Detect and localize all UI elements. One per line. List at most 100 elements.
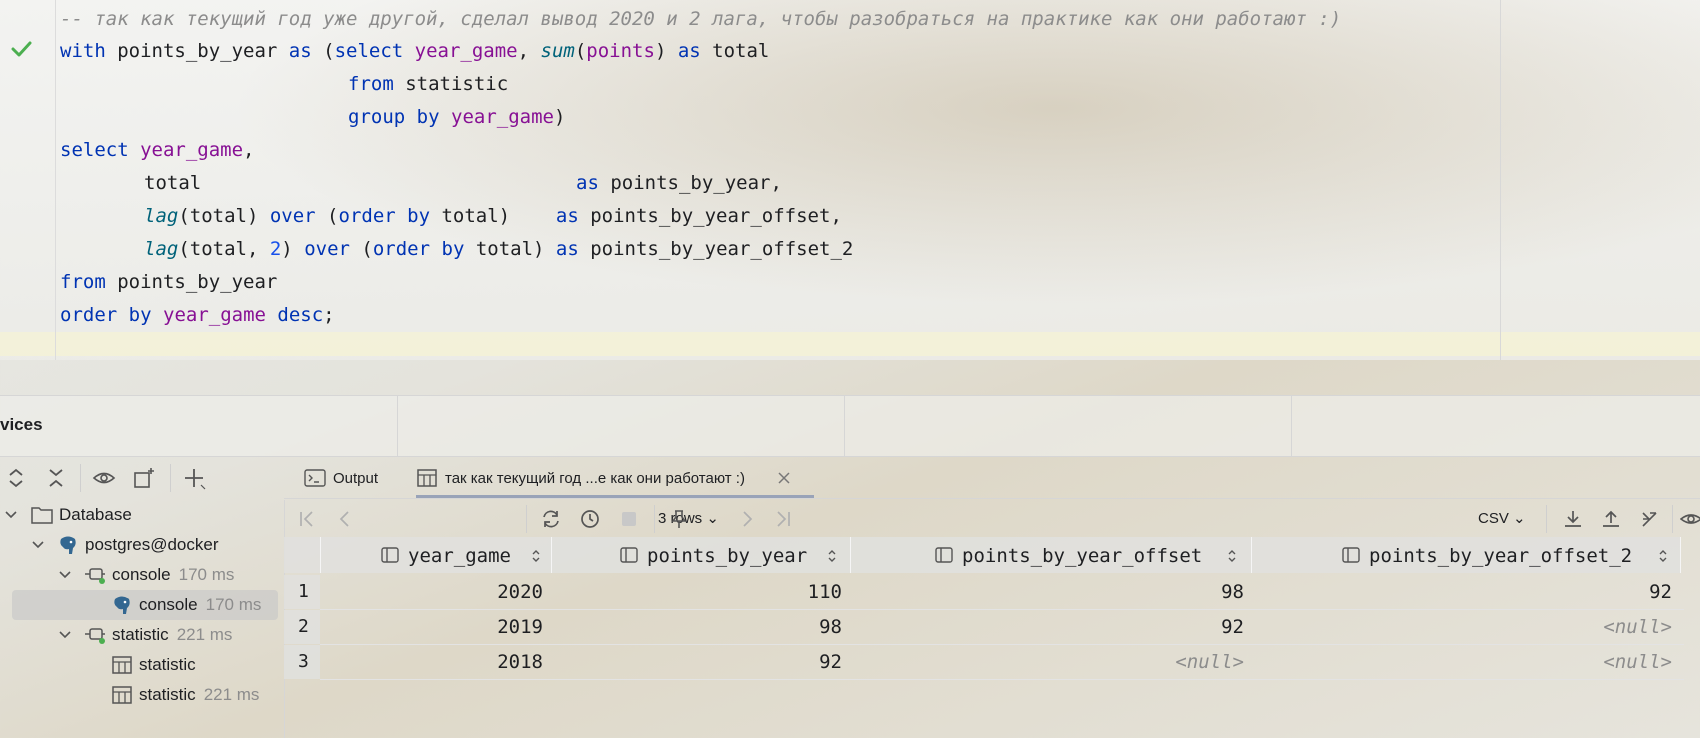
tree-item-label: Database [59, 505, 132, 524]
pin-icon[interactable] [668, 508, 690, 530]
export-format-label: CSV [1478, 510, 1509, 527]
toolbar-separator [80, 464, 81, 492]
chevron-down-icon: ⌄ [1513, 510, 1526, 527]
code-line-with: with points_by_year as (select year_game… [60, 40, 770, 62]
collapse-all-icon[interactable] [44, 466, 68, 490]
row-divider [320, 679, 1684, 680]
cell-null[interactable]: <null> [1252, 645, 1672, 679]
refresh-icon[interactable] [540, 508, 562, 530]
cell-points-by-year[interactable]: 92 [552, 645, 842, 679]
table-grid-icon [112, 686, 132, 704]
cell-year-game[interactable]: 2018 [321, 645, 543, 679]
tab-label: так как текущий год ...е как они работаю… [445, 470, 745, 487]
history-clock-icon[interactable] [579, 508, 601, 530]
cell-points-by-year-offset-2[interactable]: 92 [1252, 575, 1672, 609]
eye-icon[interactable] [92, 466, 116, 490]
close-icon[interactable] [778, 472, 790, 484]
add-icon[interactable] [182, 466, 206, 490]
result-toolbar: 3 rows ⌄ CSV ⌄ [284, 499, 1700, 539]
cell-null[interactable]: <null> [1252, 610, 1672, 644]
chevron-down-icon: ⌄ [706, 510, 719, 527]
tree-item-console-selected[interactable]: console 170 ms [12, 590, 278, 620]
table-grid-icon [417, 469, 437, 487]
code-comment-line: -- так как текущий год уже другой, сдела… [60, 8, 1342, 30]
header-divider [1291, 396, 1292, 456]
code-line-total: total [144, 172, 202, 194]
tree-item-timing: 221 ms [176, 625, 233, 644]
stop-icon[interactable] [618, 508, 640, 530]
row-number[interactable]: 2 [284, 610, 320, 644]
tree-item-timing: 170 ms [178, 565, 235, 584]
column-header-points-by-year-offset-2[interactable]: points_by_year_offset_2 [1252, 537, 1681, 573]
tree-item-label: console [112, 565, 171, 584]
chevron-down-icon[interactable] [4, 500, 18, 530]
column-header-label: points_by_year [647, 545, 808, 567]
column-icon [381, 547, 399, 563]
services-tree: Database postgres@docker console 170 ms c… [0, 500, 285, 738]
code-line-select: select year_game, [60, 139, 255, 161]
column-header-points-by-year[interactable]: points_by_year [552, 537, 851, 573]
code-line-from-statistic: from statistic [348, 73, 509, 95]
cell-null[interactable]: <null> [851, 645, 1244, 679]
toolbar-separator [170, 464, 171, 492]
column-header-label: points_by_year_offset [962, 545, 1203, 567]
terminal-icon [304, 469, 326, 487]
tree-item-statistic-result[interactable]: statistic 221 ms [0, 680, 284, 710]
toolbar-separator [654, 505, 655, 533]
column-icon [620, 547, 638, 563]
last-page-icon[interactable] [772, 508, 794, 530]
column-header-year-game[interactable]: year_game [321, 537, 552, 573]
upload-icon[interactable] [1600, 508, 1622, 530]
tab-output[interactable]: Output [304, 456, 404, 498]
cell-year-game[interactable]: 2019 [321, 610, 543, 644]
row-number[interactable]: 3 [284, 645, 320, 679]
sort-icon[interactable] [531, 549, 541, 563]
previous-page-icon[interactable] [334, 508, 356, 530]
sort-icon[interactable] [1658, 549, 1668, 563]
toolbar-separator [1546, 505, 1547, 533]
row-number[interactable]: 1 [284, 575, 320, 609]
tree-item-statistic-table[interactable]: statistic [0, 650, 284, 680]
sort-icon[interactable] [1227, 549, 1237, 563]
right-margin-guide [1500, 0, 1501, 360]
header-divider [844, 396, 845, 456]
cell-points-by-year[interactable]: 110 [552, 575, 842, 609]
next-page-icon[interactable] [736, 508, 758, 530]
sort-icon[interactable] [827, 549, 837, 563]
table-grid-icon [112, 656, 132, 674]
compare-arrows-icon[interactable] [1638, 508, 1660, 530]
session-plug-icon [85, 628, 105, 644]
result-tabs: Output так как текущий год ...е как они … [284, 456, 1700, 499]
code-line-lag-2: lag(total, 2) over (order by total) as p… [144, 238, 854, 260]
tree-item-label: statistic [112, 625, 169, 644]
cell-points-by-year[interactable]: 98 [552, 610, 842, 644]
session-plug-icon [85, 568, 105, 584]
tree-item-database[interactable]: Database [0, 500, 284, 530]
sql-editor[interactable]: -- так как текущий год уже другой, сдела… [0, 0, 1700, 360]
cell-points-by-year-offset[interactable]: 92 [851, 610, 1244, 644]
chevron-down-icon[interactable] [31, 530, 45, 560]
eye-icon[interactable] [1680, 508, 1700, 530]
tree-item-postgres-docker[interactable]: postgres@docker [0, 530, 284, 560]
cell-year-game[interactable]: 2020 [321, 575, 543, 609]
chevron-down-icon[interactable] [58, 620, 72, 650]
first-page-icon[interactable] [296, 508, 318, 530]
postgres-elephant-icon [114, 596, 130, 614]
grid-corner [284, 537, 321, 573]
cell-points-by-year-offset[interactable]: 98 [851, 575, 1244, 609]
column-header-points-by-year-offset[interactable]: points_by_year_offset [851, 537, 1252, 573]
download-icon[interactable] [1562, 508, 1584, 530]
current-line-highlight [0, 332, 1700, 356]
export-format-select[interactable]: CSV ⌄ [1478, 508, 1526, 530]
tab-query-result[interactable]: так как текущий год ...е как они работаю… [416, 456, 814, 498]
expand-all-icon[interactable] [4, 466, 28, 490]
code-line-group-by: group by year_game) [348, 106, 566, 128]
tree-item-label: statistic [139, 655, 196, 674]
header-divider [397, 396, 398, 456]
tree-item-label: console [139, 595, 198, 614]
tree-item-statistic-group[interactable]: statistic 221 ms [0, 620, 284, 650]
chevron-down-icon[interactable] [58, 560, 72, 590]
new-group-icon[interactable] [132, 466, 156, 490]
column-icon [935, 547, 953, 563]
tree-item-console-group[interactable]: console 170 ms [0, 560, 284, 590]
